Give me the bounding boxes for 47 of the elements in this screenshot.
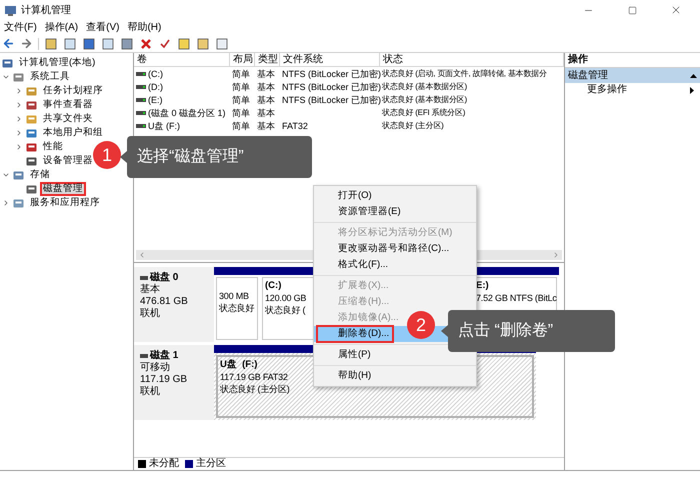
disk-name: 磁盘 0 [150,272,178,284]
table-cell: (C:) [148,68,163,80]
table-cell: (E:) [148,94,162,106]
partition-detail: 状态良好 [219,302,254,314]
table-cell: 简单 [232,120,250,132]
table-cell: 状态良好 (EFI 系统分区) [382,106,466,118]
disk-name: 磁盘 1 [150,350,178,362]
step-number-badge: 1 [93,141,121,169]
partition-detail: 300 MB [219,290,249,302]
table-cell: 基本 [257,80,275,92]
table-cell: 简单 [232,106,250,118]
table-cell: FAT32 [282,120,308,132]
table-cell: 简单 [232,94,250,106]
partition-detail: 状态良好 ( [265,304,306,316]
partition-detail: 120.00 GB [265,292,306,304]
disk-status: 联机 [140,386,160,398]
partition-detail: 7.52 GB NTFS (BitLc [476,292,557,304]
table-cell: 基本 [257,120,275,132]
table-cell: (D:) [148,80,163,92]
table-cell: 状态良好 (主分区) [382,120,444,132]
disk-size: 476.81 GB [140,296,188,308]
table-cell: NTFS (BitLocker 已加密) [282,68,382,80]
table-cell: NTFS (BitLocker 已加密) [282,80,382,92]
table-cell: 简单 [232,80,250,92]
legend-label: 未分配 [149,458,179,470]
table-cell: 简单 [232,68,250,80]
disk-size: 117.19 GB [140,374,188,386]
disk-type: 基本 [140,284,160,296]
table-cell: 状态良好 (启动, 页面文件, 故障转储, 基本数据分 [382,68,547,80]
disk-status: 联机 [140,308,160,320]
table-cell: 基本 [257,68,275,80]
table-cell: 基本 [257,106,275,118]
callout-text: 选择“磁盘管理” [137,146,244,167]
window-title: 计算机管理 [21,4,71,18]
partition-name: U盘 (F:) [220,359,258,371]
section-title: 磁盘管理 [568,70,608,82]
partition-detail: 117.19 GB FAT32 [220,371,288,383]
table-cell: NTFS (BitLocker 已加密) [282,94,382,106]
table-cell: 基本 [257,94,275,106]
legend-label: 主分区 [196,458,226,470]
disk-type: 可移动 [140,362,170,374]
partition-detail: 状态良好 (主分区) [220,383,290,395]
table-cell: U盘 (F:) [148,120,180,132]
table-cell: 状态良好 (基本数据分区) [382,94,467,106]
table-cell: 状态良好 (基本数据分区) [382,80,467,92]
partition-name: (C:) [265,280,282,292]
table-cell: (磁盘 0 磁盘分区 1) [148,106,226,118]
